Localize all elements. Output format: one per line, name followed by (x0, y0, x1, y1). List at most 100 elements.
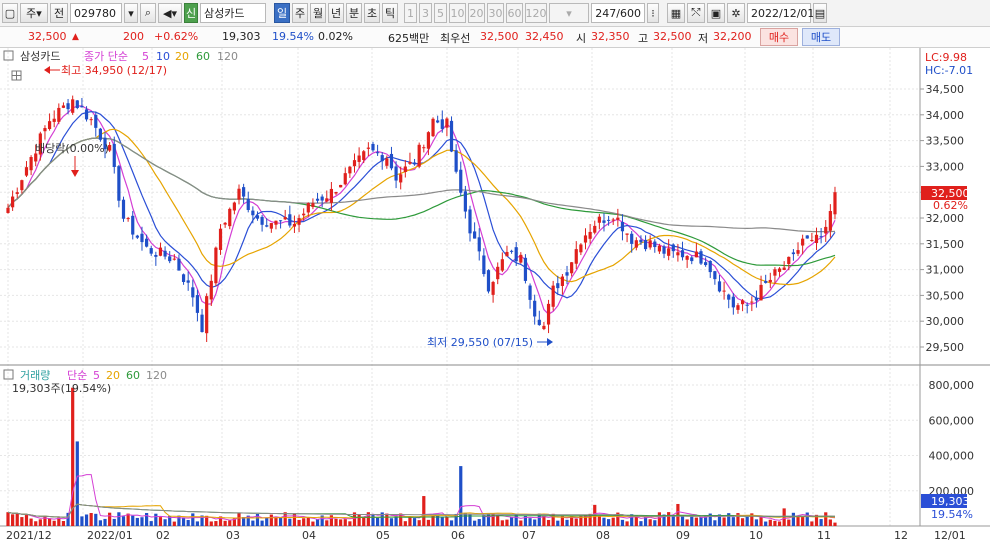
volume-bar (297, 519, 301, 526)
volume-bar (214, 521, 218, 526)
minute-tab[interactable]: 1 (404, 3, 417, 23)
price-stock-label: 삼성카드 (20, 50, 60, 63)
volume-value: 19,303 (222, 30, 261, 43)
period-tab[interactable]: 주 (292, 3, 308, 23)
volume-bar (112, 518, 116, 526)
speaker-icon[interactable]: ◀▾ (158, 3, 182, 23)
vol-ma60-label: 60 (126, 369, 140, 382)
turnover-rate: 0.02% (318, 30, 353, 43)
volume-bar (348, 521, 352, 526)
candle-body (708, 260, 712, 273)
candle-body (297, 218, 301, 225)
candle-body (15, 192, 19, 194)
minute-tab[interactable]: 3 (419, 3, 432, 23)
candle-body (528, 285, 532, 300)
period-tab[interactable]: 월 (310, 3, 326, 23)
minute-tab[interactable]: 20 (468, 3, 485, 23)
count-field[interactable]: 247/600 (591, 3, 645, 23)
period-tab[interactable]: 분 (346, 3, 362, 23)
candle-body (200, 314, 204, 332)
volume-bar (89, 513, 93, 526)
candle-body (704, 262, 708, 266)
candle-body (292, 223, 297, 227)
period-tab[interactable]: 초 (364, 3, 380, 23)
volume-bar (791, 512, 795, 526)
candle-body (593, 225, 597, 233)
code-dropdown-icon[interactable]: ▾ (124, 3, 138, 23)
volume-bar (412, 518, 417, 526)
grid-settings-icon[interactable]: ▦ (667, 3, 685, 23)
volume-bar (519, 520, 523, 526)
y-tick-label: 31,000 (926, 264, 965, 277)
volume-bar (274, 517, 278, 526)
candle-body (620, 221, 625, 232)
window-menu-icon[interactable]: ▢ (2, 3, 18, 23)
y-tick-label: 34,500 (926, 83, 965, 96)
candle-body (639, 239, 643, 243)
volume-bar (768, 519, 772, 526)
minute-tab[interactable]: 30 (487, 3, 504, 23)
toolbar: ▢ 주 ▾ 전 029780 ▾ ⌕ ◀▾ 신 삼성카드 일주월년분초틱 1351… (0, 0, 990, 27)
sell-button[interactable]: 매도 (802, 28, 840, 46)
minute-tab[interactable]: 10 (449, 3, 466, 23)
volume-bar (796, 515, 800, 526)
candle-body (251, 210, 255, 216)
candle-body (371, 143, 375, 151)
period-mode-button[interactable]: 전 (50, 3, 68, 23)
candle-body (611, 219, 615, 221)
volume-bar (597, 516, 601, 526)
volume-bar (699, 516, 703, 526)
volume-bar (657, 512, 662, 526)
candle-body (542, 325, 546, 330)
minute-tab[interactable]: 5 (434, 3, 447, 23)
period-tab[interactable]: 틱 (382, 3, 398, 23)
candle-body (172, 258, 176, 260)
candle-body (209, 280, 213, 300)
volume-bar (620, 519, 625, 526)
candle-body (602, 220, 606, 223)
buy-button[interactable]: 매수 (760, 28, 798, 46)
low-note: 최저 29,550 (07/15) (427, 336, 533, 349)
volume-bar (325, 520, 329, 526)
candle-body (791, 252, 795, 255)
price-chart[interactable]: 34,50034,00033,50033,00032,50032,00031,5… (0, 48, 990, 541)
candle-body (242, 187, 246, 197)
market-select[interactable]: 주 ▾ (20, 3, 48, 23)
minute-input[interactable]: ▾ (549, 3, 589, 23)
volume-bar (43, 515, 47, 526)
volume-bar (38, 519, 42, 526)
period-tab[interactable]: 일 (274, 3, 290, 23)
vol-ma120-label: 120 (146, 369, 167, 382)
candle-body (634, 240, 638, 248)
volume-bar (459, 466, 463, 526)
volume-bar (195, 521, 200, 526)
date-input[interactable]: 2022/12/01 (747, 3, 814, 23)
volume-bar (565, 519, 569, 526)
volume-bar (542, 515, 546, 526)
x-tick-label: 04 (302, 529, 316, 541)
price-change-pct: +0.62% (154, 30, 199, 43)
stock-code-input[interactable]: 029780 (70, 3, 122, 23)
candle-body (278, 220, 283, 222)
candle-body (717, 281, 722, 292)
candle-body (218, 228, 223, 250)
candle-body (126, 218, 130, 220)
candle-body (131, 215, 135, 235)
volume-bar (389, 518, 394, 526)
gear-icon[interactable]: ✲ (727, 3, 745, 23)
count-stepper[interactable]: ⁝ (647, 3, 659, 23)
candle-body (94, 114, 98, 128)
volume-bar (754, 519, 759, 526)
compare-icon[interactable]: ⤲ (687, 3, 705, 23)
y-tick-label: 30,500 (926, 289, 965, 302)
save-icon[interactable]: ▣ (707, 3, 725, 23)
x-tick-label: 08 (596, 529, 610, 541)
candle-body (486, 270, 491, 292)
minute-tab[interactable]: 120 (525, 3, 547, 23)
x-tick-label: 05 (376, 529, 390, 541)
search-icon[interactable]: ⌕ (140, 3, 156, 23)
minute-tab[interactable]: 60 (506, 3, 523, 23)
high-label: 고 (638, 32, 649, 45)
period-tab[interactable]: 년 (328, 3, 344, 23)
calendar-icon[interactable]: ▤ (813, 3, 827, 23)
